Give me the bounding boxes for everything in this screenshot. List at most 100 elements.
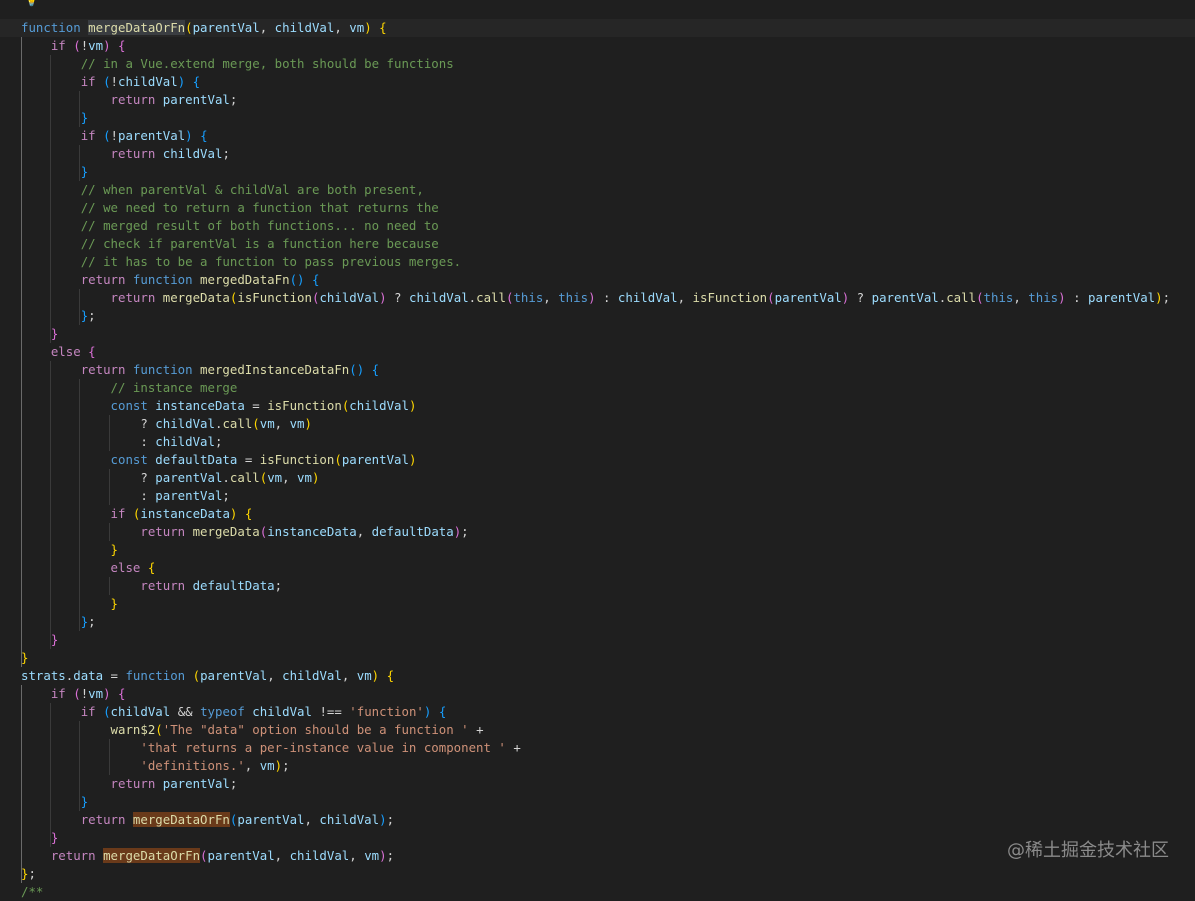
code-token: ( (103, 704, 111, 719)
code-line[interactable]: : parentVal; (21, 487, 1170, 505)
code-line[interactable]: strats.data = function (parentVal, child… (21, 667, 1170, 685)
code-token: : (1065, 290, 1088, 305)
code-token: parentVal (774, 290, 842, 305)
code-token: this (513, 290, 544, 305)
code-line[interactable]: // merged result of both functions... no… (21, 217, 1170, 235)
code-token: parentVal (162, 776, 230, 791)
code-line[interactable]: }; (21, 307, 1170, 325)
code-token: = (237, 452, 260, 467)
code-line[interactable]: // we need to return a function that ret… (21, 199, 1170, 217)
code-token: , (341, 668, 357, 683)
code-line[interactable]: } (21, 325, 1170, 343)
code-token: ; (274, 578, 283, 593)
code-token: } (80, 110, 89, 125)
code-line[interactable]: } (21, 631, 1170, 649)
code-lines[interactable]: function mergeDataOrFn(parentVal, childV… (0, 1, 1195, 901)
code-line[interactable]: function mergeDataOrFn(parentVal, childV… (0, 19, 1195, 37)
code-line[interactable]: return mergeDataOrFn(parentVal, childVal… (21, 847, 1170, 865)
code-line[interactable]: return parentVal; (21, 91, 1170, 109)
code-token: ( (767, 290, 775, 305)
code-token: : (21, 488, 156, 503)
code-line[interactable]: else { (21, 559, 1170, 577)
code-token: , (356, 524, 372, 539)
code-line[interactable] (21, 1, 1170, 19)
code-line[interactable]: // it has to be a function to pass previ… (21, 253, 1170, 271)
code-token: } (110, 596, 118, 611)
code-token: ? (21, 416, 156, 431)
code-line[interactable]: if (!parentVal) { (21, 127, 1170, 145)
code-token: , (334, 20, 350, 35)
code-line[interactable]: 'that returns a per-instance value in co… (21, 739, 1170, 757)
code-token: , (677, 290, 693, 305)
code-token: data (73, 668, 104, 683)
code-line[interactable]: if (!vm) { (21, 37, 1170, 55)
code-line[interactable]: return childVal; (21, 145, 1170, 163)
code-line[interactable]: // when parentVal & childVal are both pr… (21, 181, 1170, 199)
code-line[interactable]: if (!vm) { (21, 685, 1170, 703)
code-line[interactable]: if (childVal && typeof childVal !== 'fun… (21, 703, 1170, 721)
code-line[interactable]: return function mergedDataFn() { (21, 271, 1170, 289)
code-line[interactable]: return mergeData(instanceData, defaultDa… (21, 523, 1170, 541)
code-line[interactable]: 'definitions.', vm); (21, 757, 1170, 775)
code-line[interactable]: : childVal; (21, 433, 1170, 451)
code-token: ) (588, 290, 596, 305)
code-token: ; (229, 776, 238, 791)
code-line[interactable]: return defaultData; (21, 577, 1170, 595)
code-token: , (543, 290, 559, 305)
code-token: mergedInstanceDataFn (200, 362, 350, 377)
code-token: , (274, 416, 290, 431)
code-line[interactable]: } (21, 541, 1170, 559)
code-token: !== (311, 704, 350, 719)
code-token: parentVal (207, 848, 275, 863)
code-token: ; (282, 758, 290, 773)
code-line[interactable]: return parentVal; (21, 775, 1170, 793)
code-token: if (80, 74, 104, 89)
code-token: () (349, 362, 365, 377)
code-token: // check if parentVal is a function here… (80, 236, 439, 251)
code-token: ( (185, 20, 193, 35)
code-line[interactable]: } (21, 793, 1170, 811)
code-line[interactable]: // instance merge (21, 379, 1170, 397)
code-token: ) (103, 686, 111, 701)
code-line[interactable]: const defaultData = isFunction(parentVal… (21, 451, 1170, 469)
code-line[interactable]: } (21, 163, 1170, 181)
code-line[interactable]: ? childVal.call(vm, vm) (21, 415, 1170, 433)
code-line[interactable]: }; (21, 613, 1170, 631)
code-line[interactable]: if (!childVal) { (21, 73, 1170, 91)
code-line[interactable]: } (21, 109, 1170, 127)
code-line[interactable]: } (21, 649, 1170, 667)
code-token: vm (267, 470, 283, 485)
code-line[interactable]: if (instanceData) { (21, 505, 1170, 523)
code-line[interactable]: return function mergedInstanceDataFn() { (21, 361, 1170, 379)
code-line[interactable]: else { (21, 343, 1170, 361)
code-line[interactable]: } (21, 829, 1170, 847)
code-token: ( (73, 686, 81, 701)
code-token: parentVal (155, 488, 223, 503)
lightbulb-icon[interactable]: 💡 (24, 0, 39, 6)
code-line[interactable]: // in a Vue.extend merge, both should be… (21, 55, 1170, 73)
code-line[interactable]: const instanceData = isFunction(childVal… (21, 397, 1170, 415)
code-token: return (80, 812, 133, 827)
code-line[interactable]: // check if parentVal is a function here… (21, 235, 1170, 253)
code-token: parentVal (237, 812, 305, 827)
code-line[interactable]: return mergeDataOrFn(parentVal, childVal… (21, 811, 1170, 829)
code-line[interactable]: ? parentVal.call(vm, vm) (21, 469, 1170, 487)
code-token: mergeData (162, 290, 230, 305)
code-line[interactable]: warn$2('The "data" option should be a fu… (21, 721, 1170, 739)
code-line[interactable]: }; (21, 865, 1170, 883)
code-line[interactable]: } (21, 595, 1170, 613)
code-token: vm (349, 20, 365, 35)
code-token: ) (103, 38, 111, 53)
code-token: ; (28, 866, 36, 881)
code-editor[interactable]: 💡 function mergeDataOrFn(parentVal, chil… (0, 0, 1195, 899)
code-line[interactable]: return mergeData(isFunction(childVal) ? … (21, 289, 1171, 307)
